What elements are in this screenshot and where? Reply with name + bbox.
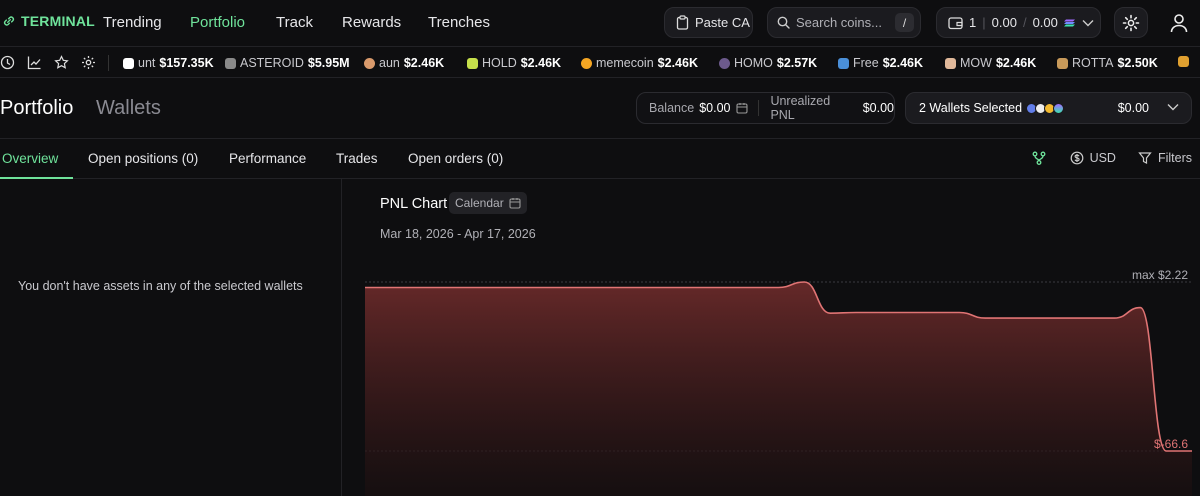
pnl-max-label: max $2.22: [1131, 268, 1188, 282]
pnl-min-label: $-66.6: [1153, 437, 1188, 451]
pnl-area: [365, 282, 1192, 496]
pnl-chart: [365, 281, 1192, 496]
